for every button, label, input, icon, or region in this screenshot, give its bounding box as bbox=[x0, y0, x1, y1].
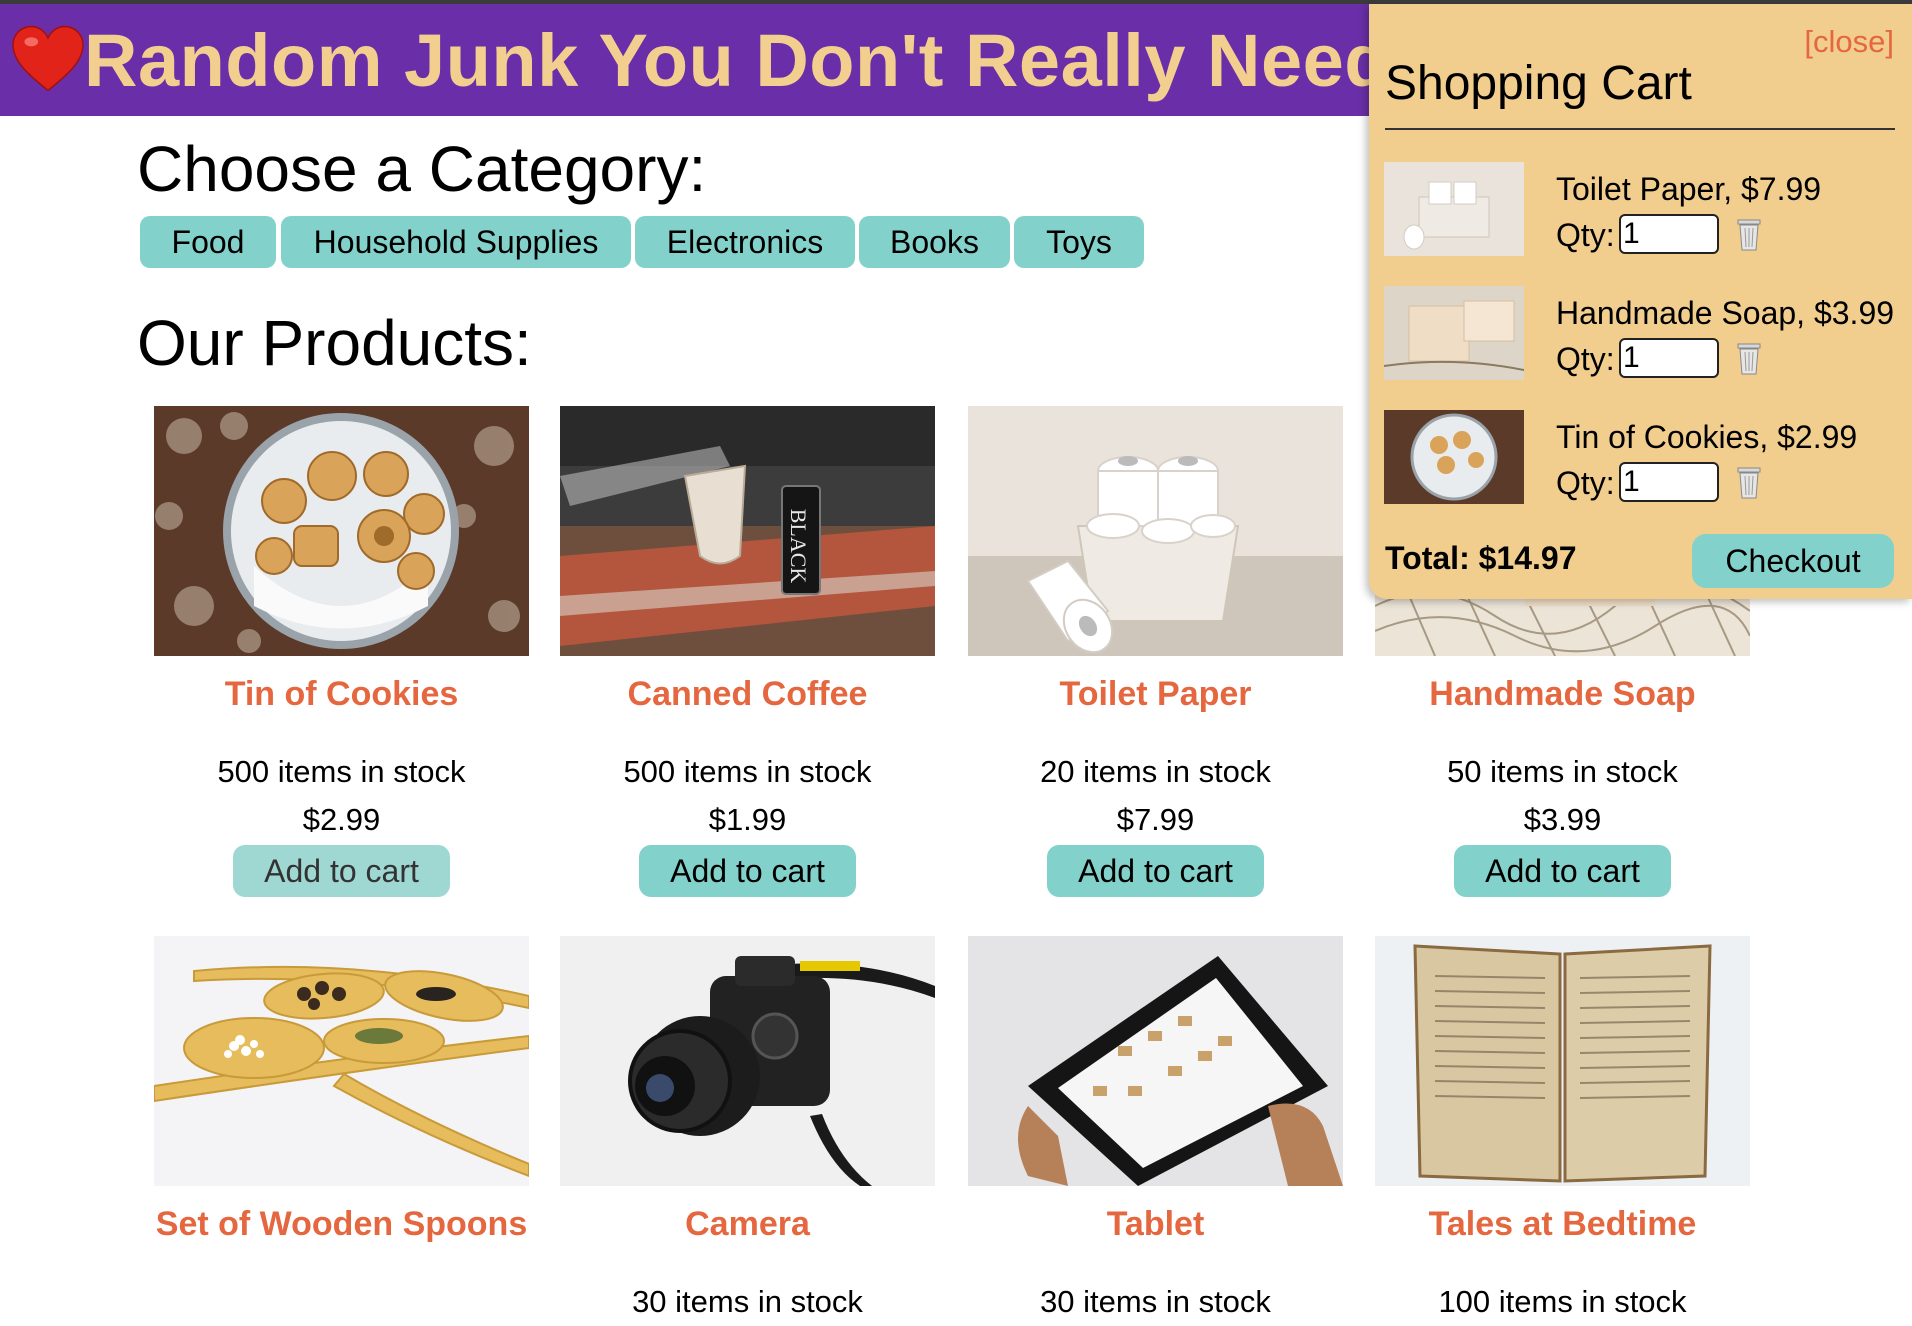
product-card: Set of Wooden Spoons bbox=[154, 936, 529, 1250]
qty-label: Qty: bbox=[1556, 217, 1615, 253]
category-toys-button[interactable]: Toys bbox=[1014, 216, 1144, 268]
qty-input[interactable] bbox=[1619, 214, 1719, 254]
qty-input[interactable] bbox=[1619, 462, 1719, 502]
product-price: $2.99 bbox=[302, 802, 381, 837]
cart-item: Tin of Cookies, $2.99 Qty: bbox=[1384, 410, 1904, 506]
cart-title: Shopping Cart bbox=[1385, 57, 1692, 110]
cart-item-label: Toilet Paper, $7.99 bbox=[1556, 171, 1822, 207]
product-image bbox=[154, 406, 529, 656]
cart-item-image bbox=[1384, 162, 1524, 256]
cart-item: Toilet Paper, $7.99 Qty: bbox=[1384, 162, 1904, 258]
product-name[interactable]: Handmade Soap bbox=[1375, 668, 1750, 720]
category-heading: Choose a Category: bbox=[137, 133, 707, 205]
category-books-button[interactable]: Books bbox=[859, 216, 1010, 268]
product-image bbox=[968, 936, 1343, 1186]
product-card: Tin of Cookies 500 items in stock $2.99 … bbox=[154, 406, 529, 897]
products-heading: Our Products: bbox=[137, 307, 532, 379]
product-name[interactable]: Tablet bbox=[968, 1198, 1343, 1250]
trash-icon[interactable] bbox=[1734, 216, 1764, 252]
product-image bbox=[968, 406, 1343, 656]
product-name[interactable]: Canned Coffee bbox=[560, 668, 935, 720]
cart-item-label: Tin of Cookies, $2.99 bbox=[1556, 419, 1858, 455]
product-stock: 30 items in stock bbox=[632, 1284, 863, 1319]
add-to-cart-button[interactable]: Add to cart bbox=[1454, 845, 1671, 897]
product-card: Camera 30 items in stock bbox=[560, 936, 935, 1326]
cart-total: Total: $14.97 bbox=[1385, 540, 1577, 576]
cart-close-link[interactable]: [close] bbox=[1804, 24, 1894, 60]
site-title: Random Junk You Don't Really Need bbox=[84, 19, 1391, 102]
product-card: Tales at Bedtime 100 items in stock bbox=[1375, 936, 1750, 1326]
cart-item-image bbox=[1384, 410, 1524, 504]
svg-text:BLACK: BLACK bbox=[786, 509, 811, 584]
cart-divider bbox=[1385, 128, 1895, 130]
cart-item-image bbox=[1384, 286, 1524, 380]
product-card: BLACK Canned Coffee 500 items in stock $… bbox=[560, 406, 935, 897]
product-price: $1.99 bbox=[708, 802, 787, 837]
product-stock: 20 items in stock bbox=[1040, 754, 1271, 789]
category-electronics-button[interactable]: Electronics bbox=[635, 216, 855, 268]
cart-item: Handmade Soap, $3.99 Qty: bbox=[1384, 286, 1904, 382]
product-image bbox=[1375, 936, 1750, 1186]
product-name[interactable]: Camera bbox=[560, 1198, 935, 1250]
product-name[interactable]: Toilet Paper bbox=[968, 668, 1343, 720]
product-stock: 50 items in stock bbox=[1447, 754, 1678, 789]
qty-input[interactable] bbox=[1619, 338, 1719, 378]
product-name[interactable]: Tin of Cookies bbox=[154, 668, 529, 720]
product-stock: 100 items in stock bbox=[1438, 1284, 1687, 1319]
product-stock: 500 items in stock bbox=[217, 754, 466, 789]
category-food-button[interactable]: Food bbox=[140, 216, 276, 268]
product-stock: 30 items in stock bbox=[1040, 1284, 1271, 1319]
product-card: Tablet 30 items in stock bbox=[968, 936, 1343, 1326]
product-name[interactable]: Tales at Bedtime bbox=[1375, 1198, 1750, 1250]
checkout-button[interactable]: Checkout bbox=[1692, 534, 1894, 588]
cart-item-label: Handmade Soap, $3.99 bbox=[1556, 295, 1895, 331]
product-image: BLACK bbox=[560, 406, 935, 656]
product-image bbox=[154, 936, 529, 1186]
product-price: $3.99 bbox=[1523, 802, 1602, 837]
category-household-button[interactable]: Household Supplies bbox=[281, 216, 631, 268]
qty-label: Qty: bbox=[1556, 341, 1615, 377]
add-to-cart-button[interactable]: Add to cart bbox=[233, 845, 450, 897]
add-to-cart-button[interactable]: Add to cart bbox=[639, 845, 856, 897]
add-to-cart-button[interactable]: Add to cart bbox=[1047, 845, 1264, 897]
product-price: $7.99 bbox=[1116, 802, 1195, 837]
product-name[interactable]: Set of Wooden Spoons bbox=[154, 1198, 529, 1250]
trash-icon[interactable] bbox=[1734, 464, 1764, 500]
trash-icon[interactable] bbox=[1734, 340, 1764, 376]
shopping-cart-panel: [close] Shopping Cart Toilet Paper, $7.9… bbox=[1369, 4, 1912, 599]
heart-icon bbox=[12, 25, 84, 92]
product-image bbox=[560, 936, 935, 1186]
product-stock: 500 items in stock bbox=[623, 754, 872, 789]
product-card: Toilet Paper 20 items in stock $7.99 Add… bbox=[968, 406, 1343, 897]
qty-label: Qty: bbox=[1556, 465, 1615, 501]
